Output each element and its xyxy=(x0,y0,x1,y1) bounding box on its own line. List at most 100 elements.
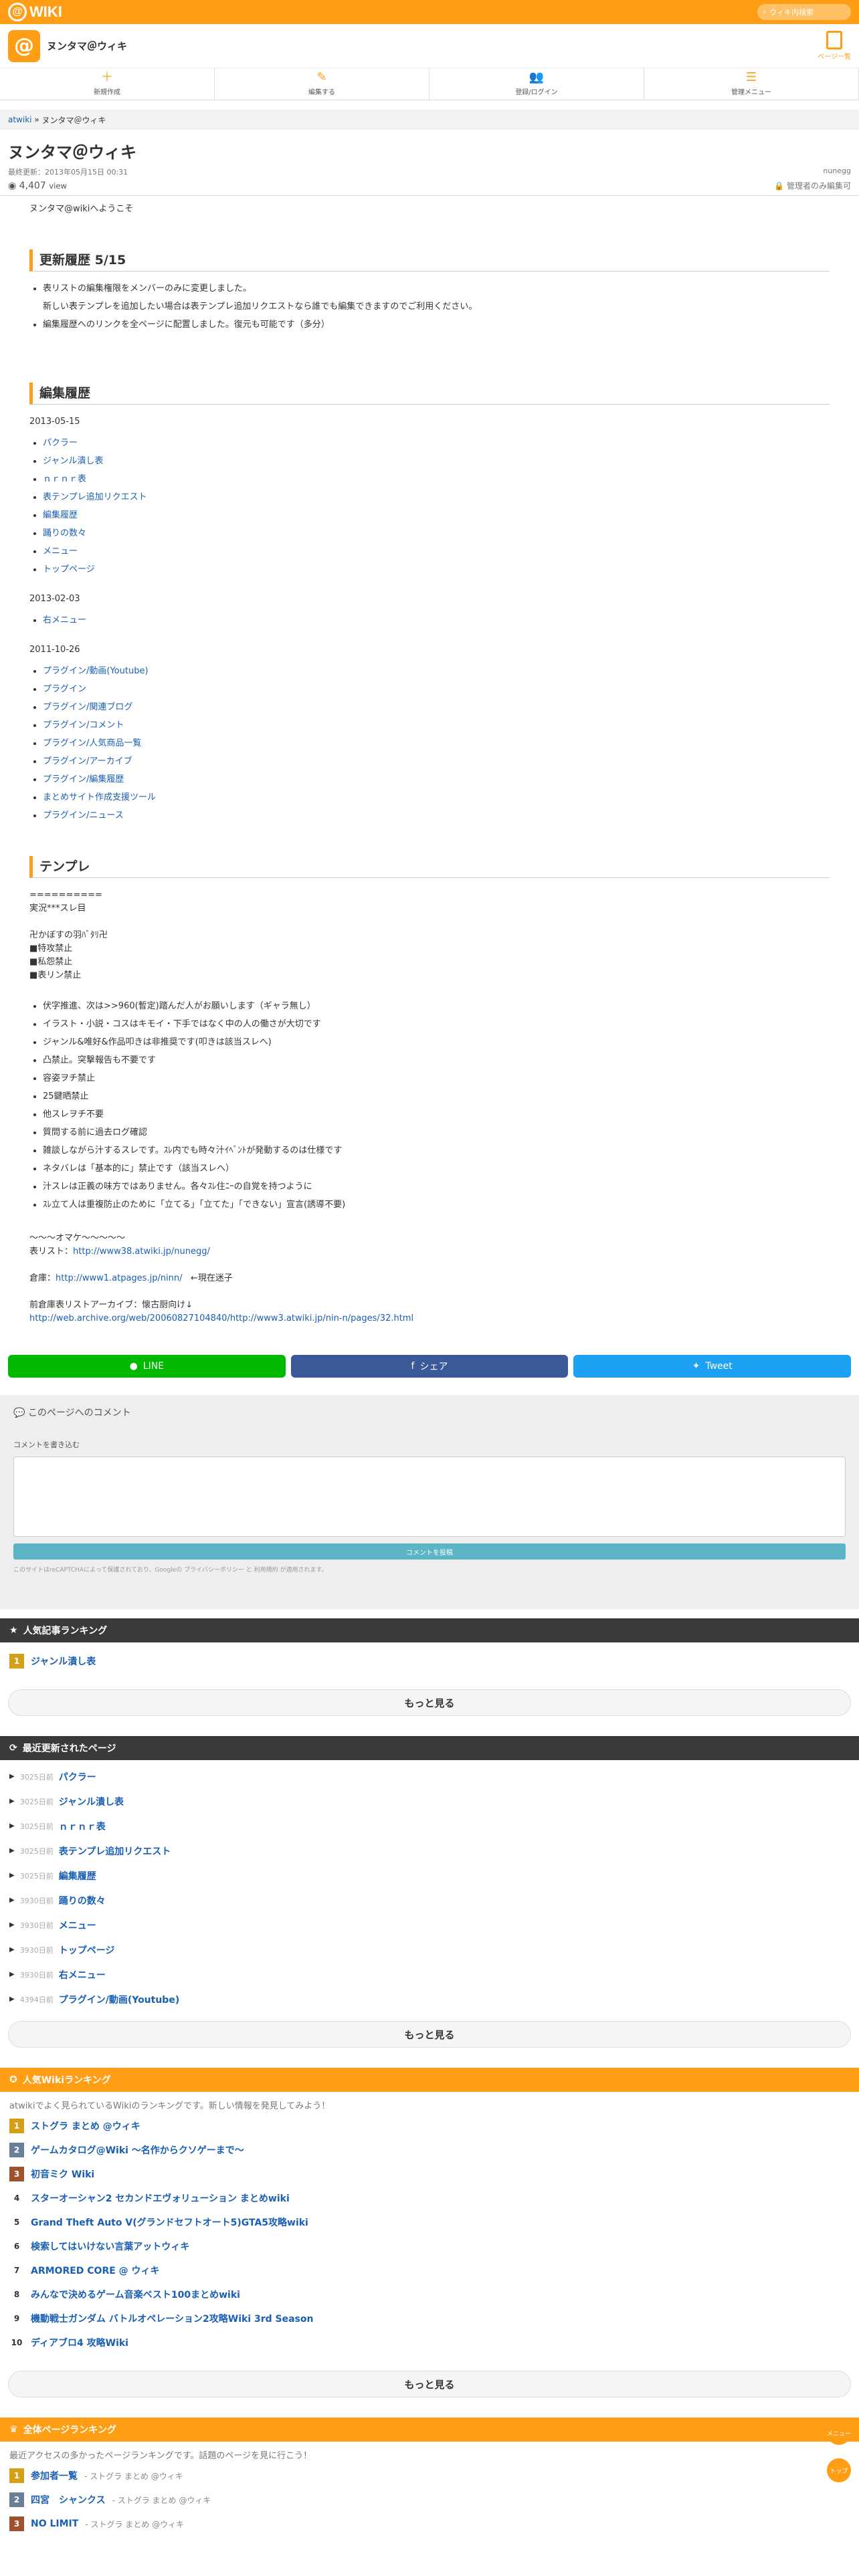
login-button[interactable]: 👥 登録/ログイン xyxy=(430,68,644,100)
list-item: 踊りの数々 xyxy=(43,527,830,540)
edit-button[interactable]: ✎ 編集する xyxy=(215,68,430,100)
page-link[interactable]: 踊りの数々 xyxy=(43,528,86,538)
page-link[interactable]: ジャンル潰し表 xyxy=(43,456,103,466)
comment-submit-button[interactable]: コメントを投稿 xyxy=(13,1543,846,1560)
link-list[interactable]: http://www38.atwiki.jp/nunegg/ xyxy=(73,1247,210,1257)
template-line: ========== xyxy=(29,890,102,900)
recent-item[interactable]: ▶ 3930日前 右メニュー xyxy=(0,1962,859,1987)
at-icon: @ xyxy=(8,3,27,21)
template-line xyxy=(29,916,830,929)
list-item: プラグイン/アーカイブ xyxy=(43,755,830,768)
recent-item[interactable]: ▶ 3025日前 ジャンル潰し表 xyxy=(0,1789,859,1814)
heading-update-history: 更新履歴 5/15 xyxy=(29,249,830,272)
caret-icon: ▶ xyxy=(9,1971,15,1978)
facebook-share-button[interactable]: f シェア xyxy=(290,1355,569,1378)
list-item: パクラー xyxy=(43,437,830,450)
page-link[interactable]: ｎｒｎｒ表 xyxy=(43,474,86,484)
rank-number: 10 xyxy=(11,2338,23,2347)
link-archive[interactable]: http://www1.atpages.jp/ninn/ xyxy=(56,1273,183,1283)
recent-item[interactable]: ▶ 3025日前 ｎｒｎｒ表 xyxy=(0,1814,859,1838)
line-share-button[interactable]: ● LINE xyxy=(8,1355,286,1378)
ranking-item[interactable]: 4 スターオーシャン2 セカンドエヴォリューション まとめwiki xyxy=(9,2186,850,2210)
link-old-archive[interactable]: http://web.archive.org/web/2006082710484… xyxy=(29,1313,413,1323)
list-item: プラグイン/動画(Youtube) xyxy=(43,665,830,678)
page-link[interactable]: プラグイン/人気商品一覧 xyxy=(43,738,141,748)
recent-item[interactable]: ▶ 3930日前 トップページ xyxy=(0,1937,859,1962)
star-icon: ★ xyxy=(9,1625,18,1636)
wiki-header: @ ヌンタマ＠ウィキ ページ一覧 xyxy=(0,24,859,68)
caret-icon: ▶ xyxy=(9,1897,15,1904)
rule-item: 25鍵晒禁止 xyxy=(43,1090,830,1103)
wiki-name[interactable]: ヌンタマ＠ウィキ xyxy=(47,39,127,53)
recent-more-button[interactable]: もっと見る xyxy=(8,2021,851,2048)
wiki-ranking-list: 1 ストグラ まとめ @ウィキ 2 ゲームカタログ@Wiki ～名作からクソゲーまで～… xyxy=(0,2113,859,2361)
breadcrumb: atwiki » ヌンタマ＠ウィキ xyxy=(0,110,859,130)
document-icon xyxy=(826,31,843,49)
rank-number: 5 xyxy=(13,2218,20,2227)
page-link[interactable]: プラグイン/関連ブログ xyxy=(43,702,132,712)
comment-title: 💬 このページへのコメント xyxy=(13,1408,131,1418)
page-link[interactable]: プラグイン/アーカイブ xyxy=(43,756,132,766)
search-icon: ⌕ xyxy=(763,7,767,16)
new-page-button[interactable]: ＋新規作成 xyxy=(0,68,215,100)
ranking-item[interactable]: 10 ディアブロ4 攻略Wiki xyxy=(9,2331,850,2355)
page-link[interactable]: プラグイン/ニュース xyxy=(43,811,124,821)
rule-item: 凸禁止。突撃報告も不要です xyxy=(43,1054,830,1067)
page-link[interactable]: トップページ xyxy=(43,564,95,574)
page-link[interactable]: 右メニュー xyxy=(43,615,86,625)
page-link[interactable]: 表テンプレ追加リクエスト xyxy=(43,492,147,502)
list-item: プラグイン/関連ブログ xyxy=(43,701,830,714)
list-item: プラグイン/ニュース xyxy=(43,809,830,823)
template-line: 卍かぼすの羽ﾊﾞﾀﾘ卍 xyxy=(29,930,108,940)
page-list-button[interactable]: ページ一覧 xyxy=(818,31,851,61)
recent-item[interactable]: ▶ 4394日前 プラグイン/動画(Youtube) xyxy=(0,1987,859,2012)
wiki-icon[interactable]: @ xyxy=(8,29,40,62)
list-item: プラグイン/編集履歴 xyxy=(43,773,830,786)
page-link[interactable]: まとめサイト作成支援ツール xyxy=(43,792,156,802)
top-bar: @ WIKI ⌕ ウィキ内検索 xyxy=(0,0,859,24)
wiki-ranking-more-button[interactable]: もっと見る xyxy=(8,2371,851,2397)
list-item[interactable]: 1 ジャンル潰し表 xyxy=(9,1649,850,1673)
ranking-item[interactable]: 1 ストグラ まとめ @ウィキ xyxy=(9,2114,850,2138)
comment-textarea[interactable] xyxy=(13,1457,846,1537)
admin-menu-button[interactable]: ☰ 管理メニュー xyxy=(644,68,859,100)
page-link[interactable]: メニュー xyxy=(43,546,78,556)
ranking-item[interactable]: 8 みんなで決めるゲーム音楽ベスト100まとめwiki xyxy=(9,2282,850,2306)
recent-item[interactable]: ▶ 3025日前 表テンプレ追加リクエスト xyxy=(0,1838,859,1863)
ranking-item[interactable]: 5 Grand Theft Auto V(グランドセフトオート5)GTA5攻略wi… xyxy=(9,2210,850,2234)
view-row: ◉ 4,407 view 🔒 管理者のみ編集可 xyxy=(0,177,859,196)
rule-item: ｽﾚ立て人は重複防止のために「立てる」「立てた」「できない」宣言(誘導不要) xyxy=(43,1198,830,1212)
recent-item[interactable]: ▶ 3025日前 パクラー xyxy=(0,1764,859,1789)
ranking-item[interactable]: 7 ARMORED CORE @ ウィキ xyxy=(9,2258,850,2282)
recent-header: ⟳ 最近更新されたページ xyxy=(0,1736,859,1760)
ranking-item[interactable]: 9 機動戦士ガンダム バトルオペレーション2攻略Wiki 3rd Season xyxy=(9,2306,850,2331)
page-link[interactable]: パクラー xyxy=(43,438,78,448)
recent-item[interactable]: ▶ 3930日前 踊りの数々 xyxy=(0,1888,859,1913)
breadcrumb-root[interactable]: atwiki xyxy=(8,115,32,124)
recent-item[interactable]: ▶ 3025日前 編集履歴 xyxy=(0,1863,859,1888)
ranking-item[interactable]: 6 検索してはいけない言葉アットウィキ xyxy=(9,2234,850,2258)
page-link[interactable]: プラグイン/動画(Youtube) xyxy=(43,666,149,676)
float-top-button[interactable]: トップ xyxy=(827,2458,851,2482)
page-link[interactable]: プラグイン/編集履歴 xyxy=(43,774,124,784)
recent-item[interactable]: ▶ 3930日前 メニュー xyxy=(0,1913,859,1937)
float-menu-button[interactable]: メニュー xyxy=(827,2421,851,2445)
template-line: ■表リン禁止 xyxy=(29,970,82,980)
rule-item: ジャンル&唯好&作品叩きは非推奨です(叩きは該当スレへ) xyxy=(43,1036,830,1049)
comment-section: 💬 このページへのコメント コメントを書き込む コメントを投稿 このサイトはre… xyxy=(0,1395,859,1609)
ranking-item[interactable]: 3 初音ミク Wiki xyxy=(9,2162,850,2186)
page-link[interactable]: 編集履歴 xyxy=(43,510,78,520)
page-link[interactable]: プラグイン/コメント xyxy=(43,720,124,730)
search-input[interactable]: ⌕ ウィキ内検索 xyxy=(757,4,851,20)
author[interactable]: nunegg xyxy=(823,167,851,177)
atwiki-logo[interactable]: @ WIKI xyxy=(8,3,62,21)
twitter-share-button[interactable]: ✦ Tweet xyxy=(573,1355,852,1378)
page-link[interactable]: プラグイン xyxy=(43,684,86,694)
list-item: トップページ xyxy=(43,563,830,576)
ranking-item[interactable]: 3 NO LIMIT - ストグラ まとめ @ウィキ xyxy=(9,2512,850,2536)
rank-number: 2 xyxy=(9,2143,24,2157)
ranking-item[interactable]: 2 ゲームカタログ@Wiki ～名作からクソゲーまで～ xyxy=(9,2138,850,2162)
ranking-item[interactable]: 1 参加者一覧 - ストグラ まとめ @ウィキ xyxy=(9,2464,850,2488)
popular-more-button[interactable]: もっと見る xyxy=(8,1689,851,1716)
ranking-item[interactable]: 2 四宮 シャンクス - ストグラ まとめ @ウィキ xyxy=(9,2488,850,2512)
